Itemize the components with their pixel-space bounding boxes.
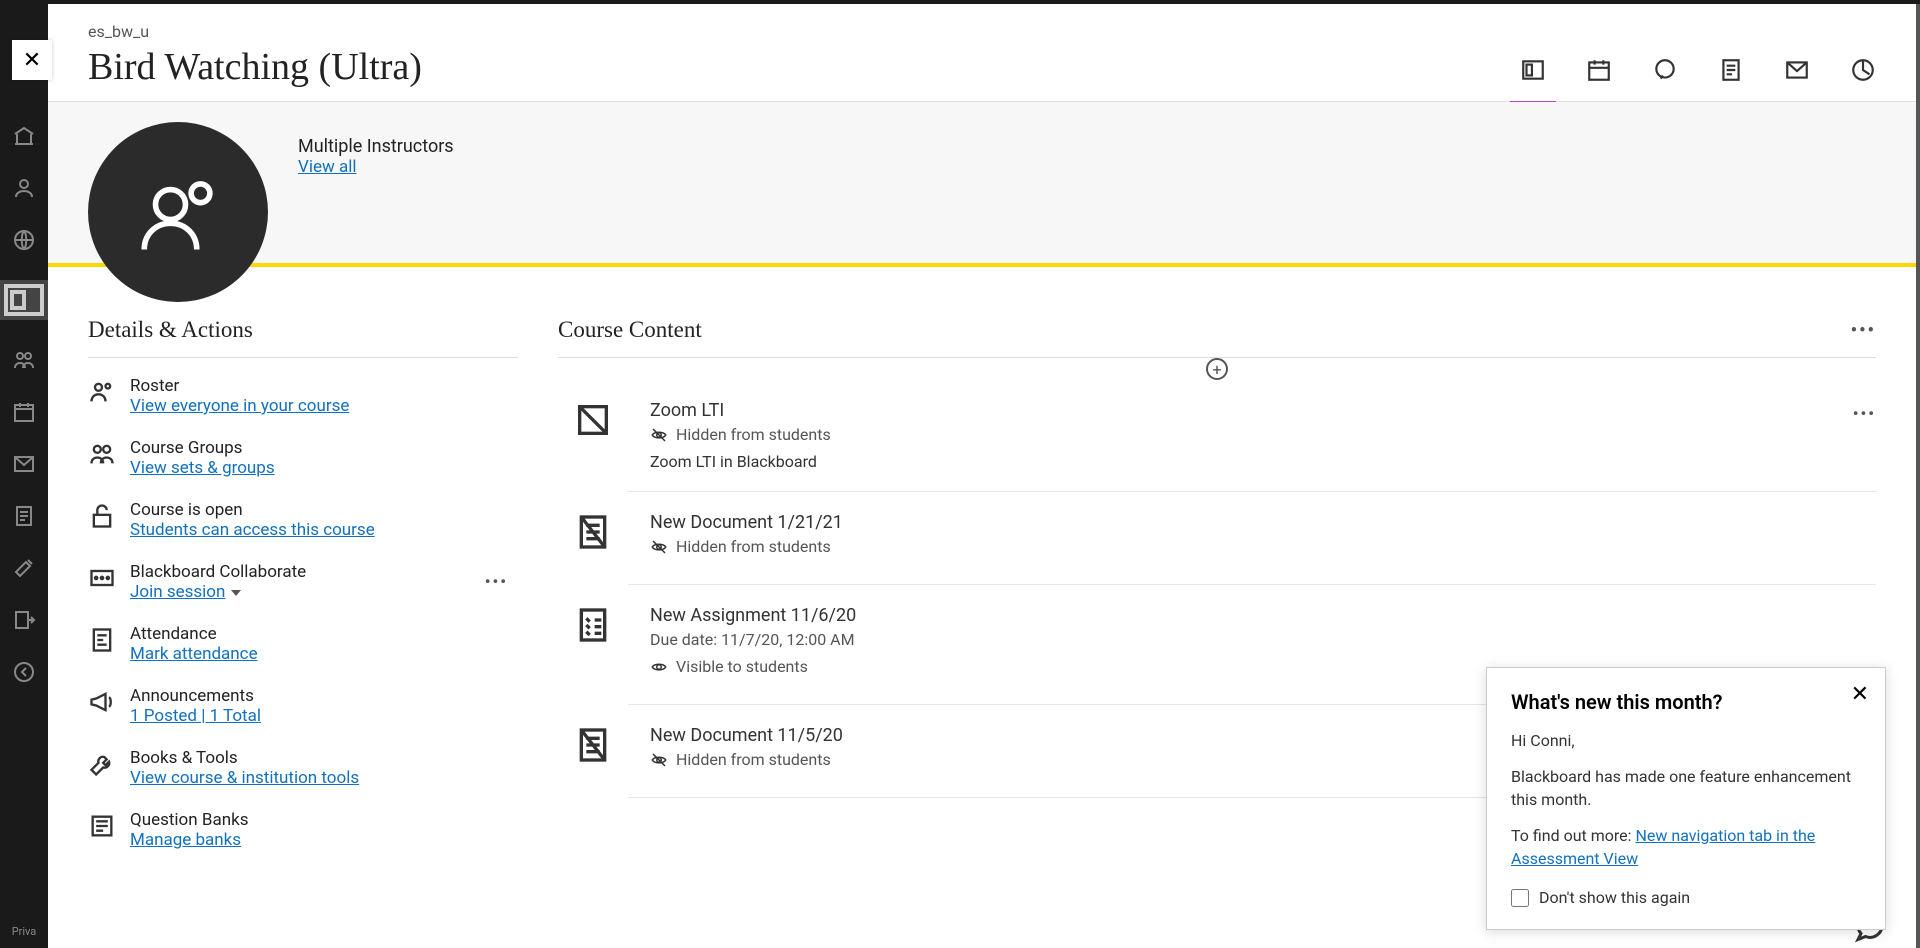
groups-icon <box>88 440 116 468</box>
content-more-button[interactable]: ••• <box>1851 320 1876 341</box>
tools-icon[interactable] <box>12 556 36 580</box>
content-item-title: New Assignment 11/6/20 <box>650 605 856 626</box>
tab-calendar[interactable] <box>1586 57 1612 83</box>
scrollbar[interactable] <box>1916 4 1920 948</box>
content-title: Course Content <box>558 317 702 343</box>
logout-arrow-icon[interactable] <box>12 660 36 684</box>
qbanks-row: Question Banks Manage banks <box>88 810 518 850</box>
institution-icon[interactable] <box>12 124 36 148</box>
megaphone-icon <box>88 688 116 716</box>
courses-icon[interactable] <box>0 280 48 320</box>
close-panel-button[interactable]: ✕ <box>12 40 52 80</box>
tab-gradebook[interactable] <box>1718 57 1744 83</box>
details-title: Details & Actions <box>88 317 518 358</box>
roster-link[interactable]: View everyone in your course <box>130 396 349 416</box>
tab-discussions[interactable] <box>1652 57 1678 83</box>
close-icon: ✕ <box>23 48 41 73</box>
content-item-icon <box>573 400 613 440</box>
attendance-row: Attendance Mark attendance <box>88 624 518 664</box>
qbanks-link[interactable]: Manage banks <box>130 830 241 850</box>
collab-title: Blackboard Collaborate <box>130 562 306 582</box>
profile-icon[interactable] <box>12 176 36 200</box>
signout-icon[interactable] <box>12 608 36 632</box>
collab-link[interactable]: Join session <box>130 582 241 602</box>
course-header: es_bw_u Bird Watching (Ultra) <box>48 4 1916 102</box>
groups-link[interactable]: View sets & groups <box>130 458 275 478</box>
collab-icon <box>88 564 116 592</box>
header-tabs <box>1520 57 1876 89</box>
books-row: Books & Tools View course & institution … <box>88 748 518 788</box>
calendar-icon[interactable] <box>12 400 36 424</box>
visibility-row[interactable]: Hidden from students <box>650 537 843 556</box>
popup-greeting: Hi Conni, <box>1511 730 1861 752</box>
collab-row: Blackboard Collaborate Join session ••• <box>88 562 518 602</box>
visibility-row[interactable]: Visible to students <box>650 657 856 676</box>
popup-title: What's new this month? <box>1511 690 1861 714</box>
popup-checkbox-label: Don't show this again <box>1539 888 1690 907</box>
course-banner: Multiple Instructors View all <box>48 102 1916 267</box>
attendance-title: Attendance <box>130 624 258 644</box>
whats-new-popup: ✕ What's new this month? Hi Conni, Black… <box>1486 667 1886 930</box>
announcements-row: Announcements 1 Posted | 1 Total <box>88 686 518 726</box>
view-all-instructors-link[interactable]: View all <box>298 157 356 177</box>
groups-row: Course Groups View sets & groups <box>88 438 518 478</box>
content-item[interactable]: Zoom LTI Hidden from students Zoom LTI in … <box>628 380 1876 492</box>
popup-close-button[interactable]: ✕ <box>1851 682 1869 707</box>
groups-title: Course Groups <box>130 438 275 458</box>
activity-icon[interactable] <box>12 228 36 252</box>
content-item-subtitle: Due date: 11/7/20, 12:00 AM <box>650 630 856 649</box>
tab-content[interactable] <box>1520 57 1546 83</box>
popup-dont-show-checkbox[interactable] <box>1511 889 1529 907</box>
announcements-title: Announcements <box>130 686 261 706</box>
popup-dont-show-row[interactable]: Don't show this again <box>1511 888 1861 907</box>
qbank-icon <box>88 812 116 840</box>
popup-body: Blackboard has made one feature enhancem… <box>1511 766 1861 811</box>
instructors-avatar <box>88 122 268 302</box>
announcements-link[interactable]: 1 Posted | 1 Total <box>130 706 261 726</box>
privacy-label: Priva <box>12 925 37 938</box>
roster-row: Roster View everyone in your course <box>88 376 518 416</box>
collab-more-button[interactable]: ••• <box>485 572 508 591</box>
content-item-more-button[interactable]: ••• <box>1853 404 1876 423</box>
organizations-icon[interactable] <box>12 348 36 372</box>
chevron-down-icon <box>231 590 241 596</box>
visibility-row[interactable]: Hidden from students <box>650 425 831 444</box>
instructors-label: Multiple Instructors <box>298 136 454 157</box>
attendance-icon <box>88 626 116 654</box>
access-row: Course is open Students can access this … <box>88 500 518 540</box>
visibility-row[interactable]: Hidden from students <box>650 750 843 769</box>
details-actions-sidebar: Details & Actions Roster View everyone i… <box>88 317 518 872</box>
content-item-title: New Document 11/5/20 <box>650 725 843 746</box>
tab-messages[interactable] <box>1784 57 1810 83</box>
course-panel: es_bw_u Bird Watching (Ultra) <box>48 4 1916 948</box>
content-item-title: Zoom LTI <box>650 400 831 421</box>
content-item-title: New Document 1/21/21 <box>650 512 843 533</box>
content-item[interactable]: New Document 1/21/21 Hidden from students <box>628 492 1876 585</box>
unlock-icon <box>88 502 116 530</box>
messages-icon[interactable] <box>12 452 36 476</box>
course-title: Bird Watching (Ultra) <box>88 45 422 89</box>
roster-icon <box>88 378 116 406</box>
attendance-link[interactable]: Mark attendance <box>130 644 258 664</box>
access-title: Course is open <box>130 500 375 520</box>
qbanks-title: Question Banks <box>130 810 248 830</box>
tab-analytics[interactable] <box>1850 57 1876 83</box>
content-item-desc: Zoom LTI in Blackboard <box>650 452 831 471</box>
content-item-icon <box>573 725 613 765</box>
wrench-icon <box>88 750 116 778</box>
global-nav-rail: Priva <box>0 4 48 948</box>
add-content-button[interactable]: + <box>1206 358 1228 380</box>
roster-title: Roster <box>130 376 349 396</box>
content-item-icon <box>573 605 613 645</box>
content-item-icon <box>573 512 613 552</box>
books-title: Books & Tools <box>130 748 359 768</box>
popup-cta: To find out more: New navigation tab in … <box>1511 825 1861 870</box>
access-link[interactable]: Students can access this course <box>130 520 375 540</box>
books-link[interactable]: View course & institution tools <box>130 768 359 788</box>
breadcrumb: es_bw_u <box>88 22 422 41</box>
grades-icon[interactable] <box>12 504 36 528</box>
